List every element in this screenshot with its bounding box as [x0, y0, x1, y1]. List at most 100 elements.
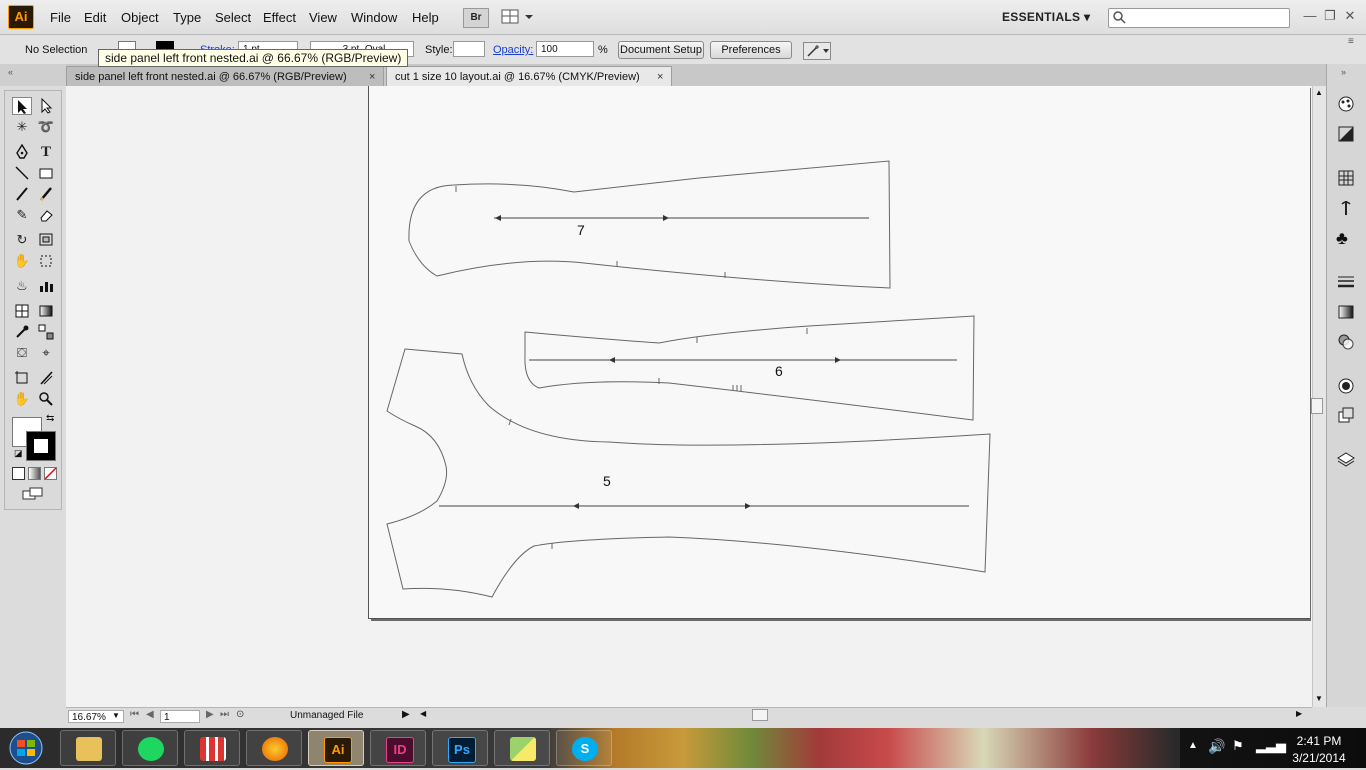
next-artboard-icon[interactable]: ▶: [206, 709, 214, 720]
artboard-tool[interactable]: [12, 369, 32, 387]
horizontal-scrollbar[interactable]: ◀ ▶: [420, 707, 1306, 723]
scroll-up-icon[interactable]: ▲: [1315, 88, 1323, 97]
menu-help[interactable]: Help: [412, 10, 439, 25]
status-menu-icon[interactable]: ⊙: [236, 709, 244, 720]
clock-time[interactable]: 2:41 PM: [1288, 734, 1350, 748]
default-colors-icon[interactable]: ◪: [14, 448, 23, 459]
live-paint-selection-tool[interactable]: ⌖: [36, 344, 56, 362]
magic-wand-tool[interactable]: ✳: [12, 118, 32, 136]
column-graph-tool[interactable]: [36, 277, 56, 295]
graphic-styles-panel-button[interactable]: [1336, 406, 1356, 426]
menu-window[interactable]: Window: [351, 10, 397, 25]
tools-panel-grip[interactable]: «: [0, 64, 66, 86]
select-similar-button[interactable]: [803, 42, 831, 60]
transparency-panel-button[interactable]: [1336, 332, 1356, 352]
arrange-documents-button[interactable]: [500, 8, 536, 26]
pencil-tool[interactable]: [36, 185, 56, 203]
minimize-icon[interactable]: —: [1300, 8, 1320, 24]
menu-type[interactable]: Type: [173, 10, 201, 25]
taskbar-spotify[interactable]: [122, 730, 178, 766]
vertical-scrollbar[interactable]: ▲ ▼: [1312, 86, 1326, 707]
eyedropper-tool[interactable]: [12, 323, 32, 341]
lasso-tool[interactable]: ➰: [36, 118, 56, 136]
close-icon[interactable]: ×: [657, 67, 663, 87]
live-paint-bucket-tool[interactable]: ⛋: [12, 344, 32, 362]
opacity-label[interactable]: Opacity:: [493, 44, 533, 56]
color-panel-button[interactable]: [1336, 94, 1356, 114]
menu-object[interactable]: Object: [121, 10, 159, 25]
zoom-dropdown-icon[interactable]: ▼: [112, 711, 120, 720]
taskbar-skype[interactable]: S: [556, 730, 612, 766]
first-artboard-icon[interactable]: ⏮: [130, 709, 139, 720]
restore-icon[interactable]: ❐: [1320, 8, 1340, 24]
layers-panel-button[interactable]: [1336, 450, 1356, 470]
none-mode-button[interactable]: [44, 467, 57, 480]
symbol-sprayer-tool[interactable]: ♨: [12, 277, 32, 295]
search-input[interactable]: [1108, 8, 1290, 28]
direct-selection-tool[interactable]: [36, 97, 56, 115]
rotate-tool[interactable]: ↻: [12, 231, 32, 249]
show-hidden-icons-icon[interactable]: ▲: [1188, 740, 1198, 751]
selection-tool[interactable]: [12, 97, 32, 115]
slice-tool[interactable]: [36, 369, 56, 387]
swap-fill-stroke-icon[interactable]: ⇆: [46, 413, 54, 424]
scroll-down-icon[interactable]: ▼: [1315, 694, 1323, 703]
last-artboard-icon[interactable]: ⏭: [220, 709, 229, 720]
expand-panels-icon[interactable]: »: [1341, 67, 1346, 77]
color-mode-button[interactable]: [12, 467, 25, 480]
taskbar-file-explorer[interactable]: [60, 730, 116, 766]
taskbar-illustrator[interactable]: Ai: [308, 730, 364, 766]
stroke-panel-button[interactable]: [1336, 272, 1356, 292]
status-expand-icon[interactable]: ▶: [402, 709, 410, 720]
preferences-button[interactable]: Preferences: [710, 41, 792, 59]
taskbar-firefox[interactable]: [246, 730, 302, 766]
taskbar-sticky-notes[interactable]: [494, 730, 550, 766]
scroll-left-icon[interactable]: ◀: [420, 709, 426, 718]
collapse-icon[interactable]: «: [8, 67, 13, 77]
clock-date[interactable]: 3/21/2014: [1288, 751, 1350, 765]
horizontal-scroll-thumb[interactable]: [752, 709, 768, 721]
mesh-tool[interactable]: [12, 302, 32, 320]
blend-tool[interactable]: [36, 323, 56, 341]
close-icon[interactable]: ✕: [1340, 8, 1360, 24]
previous-artboard-icon[interactable]: ◀: [146, 709, 154, 720]
rectangle-tool[interactable]: [36, 164, 56, 182]
symbols-panel-button[interactable]: ♣: [1336, 228, 1356, 248]
type-tool[interactable]: T: [36, 143, 56, 161]
paintbrush-tool[interactable]: [12, 185, 32, 203]
gradient-panel-button[interactable]: [1336, 302, 1356, 322]
graphic-style-select[interactable]: [453, 41, 485, 57]
scroll-right-icon[interactable]: ▶: [1296, 709, 1302, 718]
color-guide-panel-button[interactable]: [1336, 124, 1356, 144]
line-tool[interactable]: [12, 164, 32, 182]
menu-file[interactable]: File: [50, 10, 71, 25]
eraser-tool[interactable]: [36, 206, 56, 224]
artboard[interactable]: 7 6 5: [368, 86, 1310, 619]
network-icon[interactable]: ▂▃▅: [1256, 738, 1286, 754]
start-button[interactable]: [4, 729, 48, 767]
menu-effect[interactable]: Effect: [263, 10, 296, 25]
vertical-scroll-thumb[interactable]: [1311, 398, 1323, 414]
brushes-panel-button[interactable]: [1336, 198, 1356, 218]
free-transform-tool[interactable]: [36, 252, 56, 270]
taskbar-app-grid[interactable]: [184, 730, 240, 766]
workspace-switcher[interactable]: ESSENTIALS ▾: [1002, 10, 1090, 24]
panel-menu-icon[interactable]: ≡: [1348, 36, 1354, 47]
taskbar-photoshop[interactable]: Ps: [432, 730, 488, 766]
bridge-button[interactable]: Br: [463, 8, 489, 28]
stroke-color-box[interactable]: [26, 431, 56, 461]
appearance-panel-button[interactable]: [1336, 376, 1356, 396]
swatches-panel-button[interactable]: [1336, 168, 1356, 188]
gradient-tool[interactable]: [36, 302, 56, 320]
tab-cut-layout[interactable]: cut 1 size 10 layout.ai @ 16.67% (CMYK/P…: [386, 66, 672, 86]
close-icon[interactable]: ×: [369, 67, 375, 87]
action-center-icon[interactable]: ⚑: [1232, 738, 1244, 754]
document-setup-button[interactable]: Document Setup: [618, 41, 704, 59]
menu-edit[interactable]: Edit: [84, 10, 106, 25]
warp-tool[interactable]: ✋: [12, 252, 32, 270]
scale-tool[interactable]: [36, 231, 56, 249]
screen-mode-button[interactable]: [22, 487, 44, 501]
taskbar-indesign[interactable]: ID: [370, 730, 426, 766]
hand-tool[interactable]: ✋: [12, 390, 32, 408]
tab-side-panel[interactable]: side panel left front nested.ai @ 66.67%…: [66, 66, 384, 86]
